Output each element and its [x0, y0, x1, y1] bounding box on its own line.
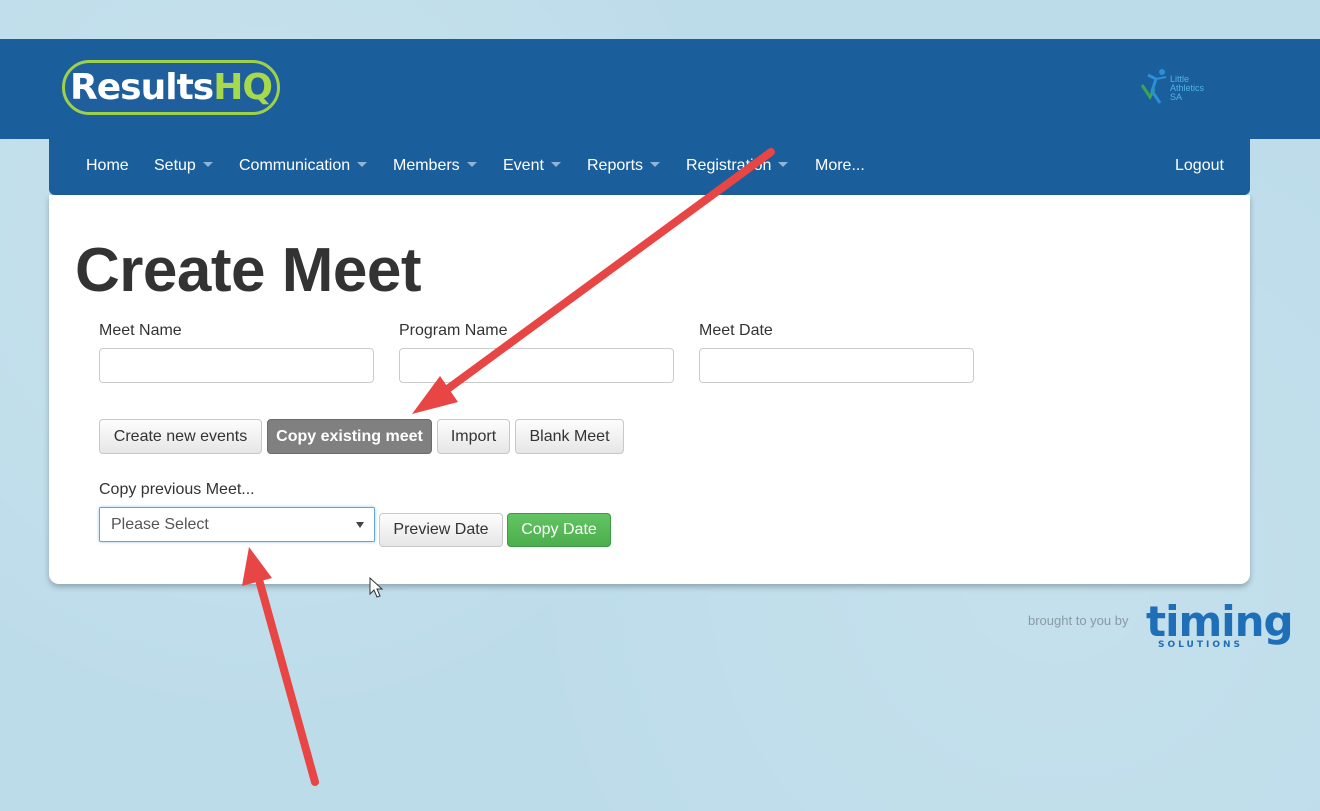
create-meet-card: Create Meet Meet Name Program Name Meet … — [49, 195, 1250, 584]
import-button[interactable]: Import — [437, 419, 510, 454]
caret-down-icon — [650, 162, 661, 168]
site-header: Results HQ Little Athletics SA — [0, 39, 1320, 139]
nav-event[interactable]: Event — [503, 157, 561, 175]
select-value: Please Select — [111, 516, 209, 533]
nav-more-label: More... — [815, 157, 865, 174]
nav-home-label: Home — [86, 157, 129, 174]
dropdown-arrow-icon — [356, 522, 364, 528]
nav-setup[interactable]: Setup — [154, 157, 213, 175]
nav-reports[interactable]: Reports — [587, 157, 661, 175]
create-new-events-button[interactable]: Create new events — [99, 419, 262, 454]
nav-event-label: Event — [503, 157, 544, 174]
logo-text-results: Results — [70, 67, 214, 108]
meet-name-input[interactable] — [99, 348, 374, 383]
nav-home[interactable]: Home — [86, 157, 129, 175]
page-title: Create Meet — [75, 236, 421, 305]
brought-to-you-text: brought to you by — [1028, 613, 1129, 628]
org-logo-text: Little Athletics SA — [1170, 74, 1205, 102]
meet-date-input[interactable] — [699, 348, 974, 383]
nav-more[interactable]: More... — [815, 157, 865, 175]
logo-text-hq: HQ — [213, 67, 273, 108]
logout-link[interactable]: Logout — [1175, 157, 1224, 175]
timing-solutions-logo: timing — [1146, 597, 1294, 646]
caret-down-icon — [466, 162, 477, 168]
meet-date-label: Meet Date — [699, 322, 773, 339]
blank-meet-button[interactable]: Blank Meet — [515, 419, 624, 454]
nav-members-label: Members — [393, 157, 460, 174]
caret-down-icon — [778, 162, 789, 168]
main-navbar: Home Setup Communication Members Event R… — [49, 139, 1250, 195]
nav-registration[interactable]: Registration — [686, 157, 789, 175]
program-name-label: Program Name — [399, 322, 508, 339]
copy-existing-meet-button[interactable]: Copy existing meet — [267, 419, 432, 454]
nav-registration-label: Registration — [686, 157, 772, 174]
nav-communication-label: Communication — [239, 157, 351, 174]
caret-down-icon — [357, 162, 368, 168]
nav-reports-label: Reports — [587, 157, 644, 174]
nav-communication[interactable]: Communication — [239, 157, 368, 175]
logout-label: Logout — [1175, 157, 1224, 174]
copy-previous-meet-label: Copy previous Meet... — [99, 481, 255, 498]
previous-meet-select[interactable]: Please Select — [99, 507, 375, 542]
resultshq-logo[interactable]: Results HQ — [62, 60, 280, 115]
nav-members[interactable]: Members — [393, 157, 477, 175]
caret-down-icon — [550, 162, 561, 168]
meet-name-label: Meet Name — [99, 322, 182, 339]
program-name-input[interactable] — [399, 348, 674, 383]
copy-date-button[interactable]: Copy Date — [507, 513, 611, 547]
caret-down-icon — [202, 162, 213, 168]
nav-setup-label: Setup — [154, 157, 196, 174]
preview-date-button[interactable]: Preview Date — [379, 513, 503, 547]
timing-solutions-subtext: SOLUTIONS — [1158, 640, 1244, 650]
